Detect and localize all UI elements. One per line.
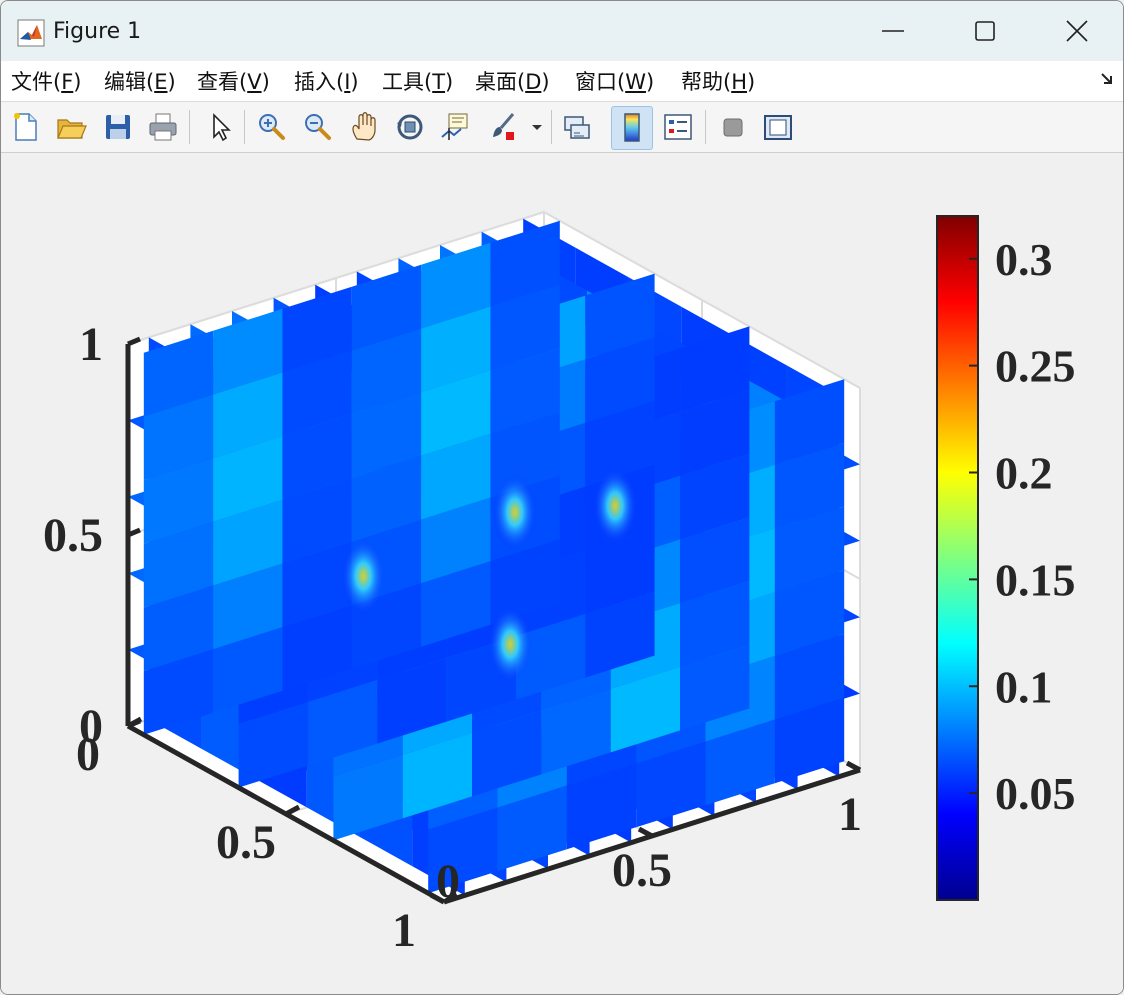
menu-window[interactable]: 窗口(W) [575, 66, 654, 96]
save-disk-icon [106, 115, 130, 139]
hide-plot-tools-button[interactable] [713, 106, 753, 148]
x-tick-label: 0.5 [216, 816, 276, 869]
print-button[interactable] [143, 106, 183, 148]
new-figure-button[interactable] [5, 106, 45, 148]
brush-menu-button[interactable] [527, 106, 547, 148]
data-cursor-icon [441, 113, 468, 140]
colorbar[interactable]: 0.05 0.1 0.15 0.2 0.25 0.3 [936, 215, 1076, 901]
hot-spot [492, 474, 537, 551]
insert-colorbar-button[interactable] [611, 106, 653, 150]
folder-open-icon [57, 119, 87, 139]
menu-help[interactable]: 帮助(H) [681, 66, 755, 96]
minimize-icon [882, 30, 904, 32]
minimize-button[interactable] [847, 1, 939, 61]
colorbar-tick-label: 0.3 [995, 234, 1053, 285]
colorbar-tick-label: 0.05 [995, 768, 1076, 819]
pointer-arrow-icon [213, 113, 231, 142]
menu-desktop[interactable]: 桌面(D) [475, 66, 550, 96]
menu-file[interactable]: 文件(F) [11, 66, 82, 96]
save-button[interactable] [98, 106, 138, 148]
colorbar-icon [624, 113, 640, 142]
toolbar-separator [244, 110, 245, 144]
hot-spot [593, 467, 638, 544]
zoom-in-icon [259, 114, 285, 140]
z-tick-label: 0 [79, 700, 103, 753]
window-title: Figure 1 [53, 19, 142, 44]
z-tick-label: 1 [79, 318, 103, 371]
colorbar-tick-label: 0.2 [995, 448, 1053, 499]
menu-edit[interactable]: 编辑(E) [104, 66, 176, 96]
show-plot-tools-button[interactable] [758, 106, 798, 148]
show-tools-icon [764, 115, 792, 140]
hot-spot [488, 606, 533, 683]
rotate-3d-button[interactable] [390, 106, 430, 148]
legend-icon [664, 114, 692, 140]
y-tick-label: 1 [838, 788, 862, 841]
toolbar-separator [551, 110, 552, 144]
insert-legend-button[interactable] [658, 106, 698, 148]
link-plot-icon [564, 116, 590, 139]
hand-pan-icon [352, 112, 376, 141]
y-tick-label: 0 [436, 855, 460, 908]
link-plot-button[interactable] [557, 106, 597, 148]
figure-window: Figure 1 文件(F) 编辑(E) 查看(V) 插入(I) 工具(T) 桌… [0, 0, 1124, 995]
colorbar-tick-label: 0.15 [995, 554, 1076, 605]
figure-toolbar [1, 102, 1123, 153]
zoom-out-button[interactable] [297, 106, 337, 148]
title-bar: Figure 1 [1, 1, 1123, 61]
colorbar-tick-label: 0.1 [995, 661, 1053, 712]
brush-icon [493, 113, 515, 140]
matlab-icon [17, 19, 45, 47]
hide-tools-icon [723, 118, 743, 137]
toolbar-separator [705, 110, 706, 144]
close-button[interactable] [1031, 1, 1123, 61]
z-tick-label: 0.5 [43, 509, 103, 562]
menu-view[interactable]: 查看(V) [197, 66, 270, 96]
maximize-icon [975, 21, 995, 41]
zoom-in-button[interactable] [251, 106, 291, 148]
slice-planes [128, 218, 860, 896]
data-cursor-button[interactable] [435, 106, 475, 148]
menu-bar: 文件(F) 编辑(E) 查看(V) 插入(I) 工具(T) 桌面(D) 窗口(W… [1, 61, 1123, 102]
new-file-icon [14, 113, 37, 141]
hot-spot [341, 538, 386, 615]
edit-plot-button[interactable] [198, 106, 238, 148]
toolbar-separator [189, 110, 190, 144]
chevron-down-icon [532, 125, 542, 130]
open-file-button[interactable] [51, 106, 91, 148]
dock-figure-icon[interactable] [1099, 71, 1115, 87]
slice-plot-3d[interactable]: 00.510 0.5100.51 0.050.10.150.20.250.3 [1, 153, 1123, 994]
brush-button[interactable] [483, 106, 523, 148]
maximize-button[interactable] [939, 1, 1031, 61]
figure-canvas: 0 0.5 1 0 0.5 1 0 0.5 1 0.05 0.1 0.15 0.2 0.25 0.3 [1, 153, 1123, 994]
zoom-out-icon [305, 114, 331, 140]
colorbar-gradient[interactable] [936, 215, 979, 901]
menu-tools[interactable]: 工具(T) [382, 66, 453, 96]
menu-insert[interactable]: 插入(I) [294, 66, 359, 96]
rotate-3d-icon [397, 114, 423, 140]
x-tick-label: 1 [392, 904, 416, 957]
colorbar-tick-label: 0.25 [995, 341, 1076, 392]
close-icon [1066, 20, 1088, 42]
printer-icon [149, 113, 177, 141]
y-tick-label: 0.5 [612, 844, 672, 897]
pan-button[interactable] [344, 106, 384, 148]
